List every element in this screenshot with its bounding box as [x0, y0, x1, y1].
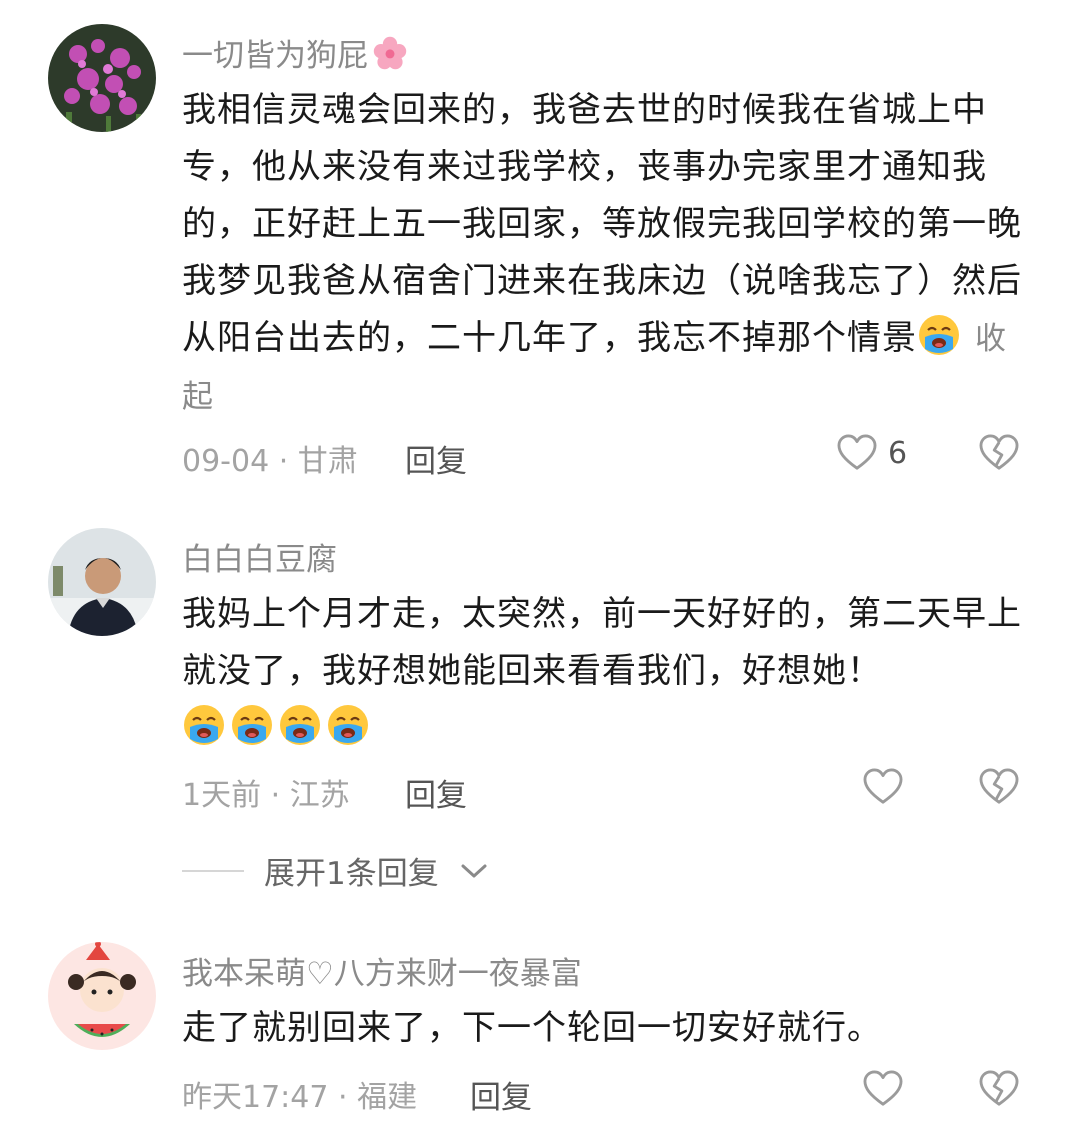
comment-body: 我相信灵魂会回来的，我爸去世的时候我在省城上中专，他从来没有来过我学校，丧事办完…: [182, 90, 1022, 358]
comment-author[interactable]: 白白白豆腐: [182, 534, 337, 579]
comment-body: 走了就别回来了，下一个轮回一切安好就行。: [182, 1008, 882, 1048]
chevron-down-icon: [461, 864, 487, 877]
crying-face-icon: [917, 313, 961, 357]
reply-button[interactable]: 回复: [470, 1072, 532, 1117]
author-name[interactable]: 我本呆萌♡八方来财一夜暴富: [182, 948, 582, 993]
comment-text: 我妈上个月才走，太突然，前一天好好的，第二天早上就没了，我好想她能回来看看我们，…: [182, 586, 1022, 757]
avatar[interactable]: [48, 24, 156, 132]
avatar[interactable]: [48, 942, 156, 1050]
like-button[interactable]: 6: [836, 434, 907, 472]
crying-face-icon: [182, 703, 226, 747]
avatar[interactable]: [48, 528, 156, 636]
expand-replies[interactable]: 展开1条回复: [182, 848, 489, 893]
expand-replies-label[interactable]: 展开1条回复: [264, 848, 439, 893]
broken-heart-icon: [978, 434, 1020, 472]
broken-heart-icon: [978, 1070, 1020, 1108]
cherry-blossom-icon: [372, 35, 408, 71]
comment-body: 我妈上个月才走，太突然，前一天好好的，第二天早上就没了，我好想她能回来看看我们，…: [182, 594, 1022, 691]
comment-meta: 1天前 · 江苏: [182, 778, 350, 813]
author-name[interactable]: 一切皆为狗屁: [182, 30, 368, 75]
like-count: 6: [888, 435, 908, 471]
broken-heart-icon: [978, 768, 1020, 806]
crying-face-icon: [326, 703, 370, 747]
comment-author[interactable]: 我本呆萌♡八方来财一夜暴富: [182, 948, 582, 993]
dislike-button[interactable]: [978, 768, 1020, 810]
author-name[interactable]: 白白白豆腐: [182, 534, 337, 579]
heart-icon: [862, 768, 904, 806]
comment-author[interactable]: 一切皆为狗屁: [182, 30, 408, 75]
heart-icon: [836, 434, 878, 472]
comment-meta: 09-04 · 甘肃: [182, 444, 358, 479]
like-button[interactable]: [862, 1070, 904, 1108]
divider: [182, 869, 244, 872]
like-button[interactable]: [862, 768, 904, 806]
heart-icon: [862, 1070, 904, 1108]
crying-face-icon: [230, 703, 274, 747]
dislike-button[interactable]: [978, 434, 1020, 476]
comment-meta: 昨天17:47 · 福建: [182, 1080, 418, 1115]
reply-button[interactable]: 回复: [405, 770, 467, 815]
comment-text: 走了就别回来了，下一个轮回一切安好就行。: [182, 1000, 1022, 1057]
emoji-row: [182, 708, 374, 748]
comment-text: 我相信灵魂会回来的，我爸去世的时候我在省城上中专，他从来没有来过我学校，丧事办完…: [182, 82, 1022, 426]
crying-face-icon: [278, 703, 322, 747]
dislike-button[interactable]: [978, 1070, 1020, 1112]
reply-button[interactable]: 回复: [405, 436, 467, 481]
